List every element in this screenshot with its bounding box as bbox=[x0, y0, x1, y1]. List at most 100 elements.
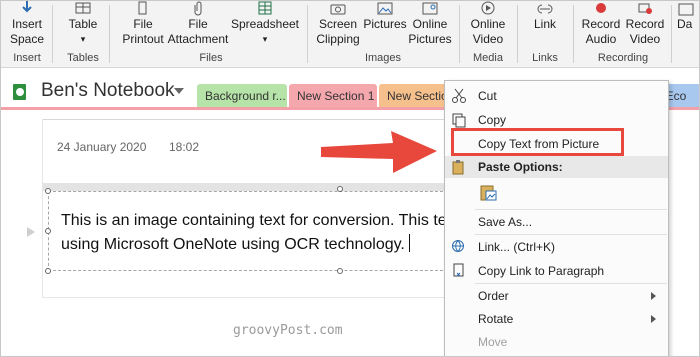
image-text-line-2-content: using Microsoft OneNote using OCR techno… bbox=[61, 236, 405, 253]
section-tab-label: New Section 1 bbox=[297, 89, 375, 103]
record-video-label: Record Video bbox=[625, 17, 665, 46]
submenu-arrow-icon bbox=[651, 292, 656, 300]
ribbon-separator bbox=[517, 5, 518, 63]
page-title-line bbox=[43, 119, 447, 120]
highlight-box bbox=[451, 128, 624, 156]
group-label-media: Media bbox=[473, 52, 503, 64]
section-tab-new-section-1[interactable]: New Section 1 bbox=[289, 84, 377, 108]
screen-clipping-label: Screen Clipping bbox=[316, 17, 360, 46]
paste-picture-option[interactable] bbox=[445, 179, 668, 209]
camera-icon bbox=[330, 4, 346, 15]
spreadsheet-icon bbox=[258, 1, 272, 15]
image-text: This is an image containing text for con… bbox=[61, 209, 446, 257]
text-cursor bbox=[408, 234, 410, 252]
page-date: 24 January 2020 bbox=[57, 140, 147, 154]
screen-clipping-button[interactable]: Screen Clipping bbox=[313, 1, 363, 47]
ribbon-separator bbox=[459, 5, 460, 63]
resize-handle[interactable] bbox=[45, 188, 51, 194]
table-label: Table bbox=[68, 17, 98, 31]
date-time-label: Da bbox=[677, 17, 693, 31]
onenote-window: Insert Space Table ▾ File Printout File … bbox=[0, 0, 700, 357]
calendar-icon bbox=[678, 3, 694, 16]
scissors-icon bbox=[452, 88, 466, 103]
record-audio-icon bbox=[596, 3, 606, 13]
annotation-arrow-icon bbox=[321, 131, 437, 173]
picture-icon bbox=[377, 2, 393, 15]
resize-handle[interactable] bbox=[45, 268, 51, 274]
group-label-images: Images bbox=[364, 52, 402, 64]
group-label-tables: Tables bbox=[67, 52, 99, 64]
section-tab-background[interactable]: Background r... bbox=[197, 84, 287, 108]
spreadsheet-dropdown-icon: ▾ bbox=[262, 34, 268, 44]
menu-item-label: Move bbox=[478, 335, 508, 349]
pictures-button[interactable]: Pictures bbox=[363, 1, 407, 32]
file-attachment-button[interactable]: File Attachment bbox=[167, 1, 229, 47]
page-border bbox=[42, 297, 447, 298]
file-printout-button[interactable]: File Printout bbox=[119, 1, 167, 47]
group-label-files: Files bbox=[199, 52, 223, 64]
online-picture-icon bbox=[422, 2, 438, 15]
online-video-label: Online Video bbox=[470, 17, 506, 46]
note-container-handle[interactable] bbox=[43, 183, 447, 191]
globe-link-icon bbox=[452, 240, 464, 253]
ribbon-separator bbox=[307, 5, 308, 63]
section-tab-label: Background r... bbox=[205, 89, 286, 103]
group-label-recording: Recording bbox=[597, 52, 649, 64]
menu-item-order[interactable]: Order bbox=[445, 284, 668, 308]
image-text-line-2: using Microsoft OneNote using OCR techno… bbox=[61, 233, 446, 257]
section-tab-new-section-2[interactable]: New Sectio bbox=[379, 84, 447, 108]
table-button[interactable]: Table ▾ bbox=[63, 1, 103, 47]
link-label: Link bbox=[533, 17, 556, 31]
ribbon-separator bbox=[52, 5, 53, 63]
ribbon: Insert Space Table ▾ File Printout File … bbox=[1, 1, 699, 68]
menu-item-label: Order bbox=[478, 289, 509, 303]
date-time-button[interactable]: Da bbox=[677, 1, 699, 32]
record-audio-label: Record Audio bbox=[581, 17, 621, 46]
resize-handle[interactable] bbox=[45, 228, 51, 234]
context-menu: Cut Copy Copy Text from Picture Paste Op… bbox=[444, 80, 669, 356]
menu-item-label: Rotate bbox=[478, 312, 514, 326]
online-pictures-button[interactable]: Online Pictures bbox=[407, 1, 453, 47]
watermark: groovyPost.com bbox=[233, 323, 343, 338]
menu-item-cut[interactable]: Cut bbox=[445, 84, 668, 108]
notebook-icon bbox=[13, 84, 26, 100]
rotate-handle[interactable] bbox=[337, 186, 343, 192]
file-printout-icon bbox=[138, 1, 147, 15]
copy-icon bbox=[452, 113, 466, 128]
record-video-button[interactable]: Record Video bbox=[623, 1, 667, 47]
notebook-dropdown-icon[interactable] bbox=[174, 88, 184, 94]
record-video-icon bbox=[638, 3, 652, 14]
link-paragraph-icon bbox=[453, 263, 464, 277]
menu-item-move[interactable]: Move bbox=[445, 330, 668, 354]
paperclip-icon bbox=[194, 1, 202, 16]
spreadsheet-label: Spreadsheet bbox=[230, 17, 300, 31]
menu-item-copy-link-to-paragraph[interactable]: Copy Link to Paragraph bbox=[445, 259, 668, 283]
menu-item-label: Save As... bbox=[478, 215, 533, 229]
online-video-icon bbox=[481, 1, 495, 15]
paste-icon bbox=[452, 160, 464, 175]
paragraph-handle-icon[interactable] bbox=[27, 227, 35, 237]
menu-item-rotate[interactable]: Rotate bbox=[445, 307, 668, 331]
page-border bbox=[42, 119, 43, 297]
insert-space-button[interactable]: Insert Space bbox=[7, 1, 47, 47]
paste-options-label: Paste Options: bbox=[478, 160, 563, 174]
paste-picture-icon bbox=[480, 185, 497, 201]
notebook-name[interactable]: Ben's Notebook bbox=[41, 80, 175, 102]
resize-handle[interactable] bbox=[337, 268, 343, 274]
file-attachment-label: File Attachment bbox=[167, 17, 229, 46]
menu-item-link[interactable]: Link... (Ctrl+K) bbox=[445, 235, 668, 259]
spreadsheet-button[interactable]: Spreadsheet ▾ bbox=[229, 1, 301, 47]
image-text-line-1: This is an image containing text for con… bbox=[61, 212, 446, 229]
page-time: 18:02 bbox=[169, 140, 200, 154]
pictures-label: Pictures bbox=[363, 17, 407, 31]
paste-options-header: Paste Options: bbox=[445, 156, 668, 178]
menu-item-save-as[interactable]: Save As... bbox=[445, 210, 668, 234]
menu-item-label: Copy Link to Paragraph bbox=[478, 264, 605, 278]
online-video-button[interactable]: Online Video bbox=[465, 1, 511, 47]
menu-item-label: Cut bbox=[478, 89, 497, 103]
group-label-links: Links bbox=[532, 52, 558, 64]
group-label-insert: Insert bbox=[13, 52, 41, 64]
file-printout-label: File Printout bbox=[122, 17, 164, 46]
link-button[interactable]: Link bbox=[523, 1, 567, 32]
record-audio-button[interactable]: Record Audio bbox=[579, 1, 623, 47]
